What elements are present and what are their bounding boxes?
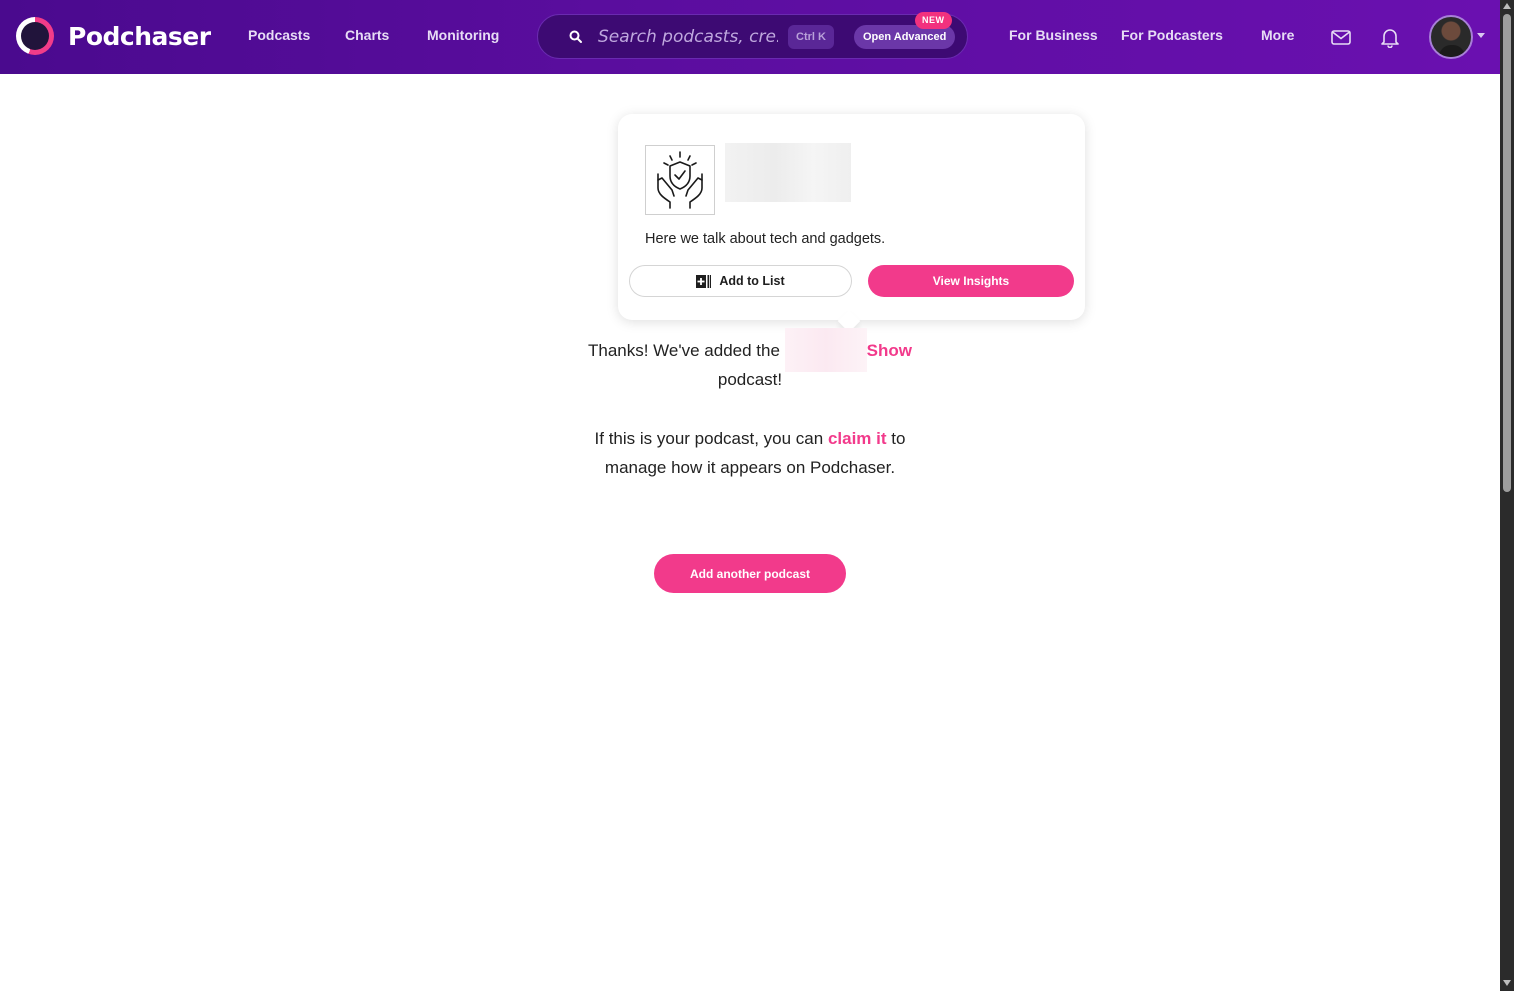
scroll-thumb[interactable] [1503,14,1511,492]
logo-icon [16,17,54,55]
claim-suffix-text: to [891,429,906,448]
brand-name: Podchaser [68,21,211,51]
podcast-artwork[interactable] [645,145,715,215]
nav-monitoring[interactable]: Monitoring [427,27,499,43]
add-to-list-button[interactable]: Add to List [629,265,852,297]
nav-charts[interactable]: Charts [345,27,389,43]
podchaser-logo[interactable]: Podchaser [16,17,211,55]
podcast-title-redacted [725,143,851,202]
podcast-name-link[interactable]: Show [867,341,912,360]
claim-it-link[interactable]: claim it [828,429,887,448]
search-icon [569,30,582,43]
claim-suffix-text-2: manage how it appears on Podchaser. [604,458,896,477]
bell-icon[interactable] [1379,26,1401,48]
search-input[interactable] [598,24,778,50]
nav-for-podcasters[interactable]: For Podcasters [1121,27,1223,43]
scroll-down-arrow-icon[interactable] [1503,980,1511,986]
user-avatar[interactable] [1429,15,1473,59]
mail-icon[interactable] [1330,26,1352,48]
scroll-up-arrow-icon[interactable] [1503,3,1511,9]
podcast-word: podcast! [717,370,783,389]
add-another-podcast-button[interactable]: Add another podcast [654,554,846,593]
top-navbar: Podchaser Podcasts Charts Monitoring Ctr… [0,0,1500,74]
show-name-redacted [784,327,867,372]
nav-for-business[interactable]: For Business [1009,27,1098,43]
confirmation-message: Thanks! We've added the Show podcast! [500,327,1000,394]
add-to-list-icon [696,274,712,288]
thanks-text: Thanks! We've added the [587,341,780,360]
podcast-preview-card: Here we talk about tech and gadgets. Add… [618,114,1085,333]
search-bar[interactable]: Ctrl K Open Advanced NEW [537,12,968,59]
new-badge: NEW [915,12,952,29]
view-insights-button[interactable]: View Insights [868,265,1074,297]
claim-message: If this is your podcast, you can claim i… [500,424,1000,482]
page-scrollbar[interactable] [1500,0,1514,991]
search-shortcut-hint: Ctrl K [788,25,834,49]
chevron-down-icon[interactable] [1477,33,1485,38]
add-to-list-label: Add to List [719,274,785,288]
nav-more[interactable]: More [1261,27,1294,43]
claim-prefix-text: If this is your podcast, you can [594,429,824,448]
shield-hands-icon [657,151,703,209]
nav-podcasts[interactable]: Podcasts [248,27,310,43]
podcast-description: Here we talk about tech and gadgets. [645,231,886,247]
